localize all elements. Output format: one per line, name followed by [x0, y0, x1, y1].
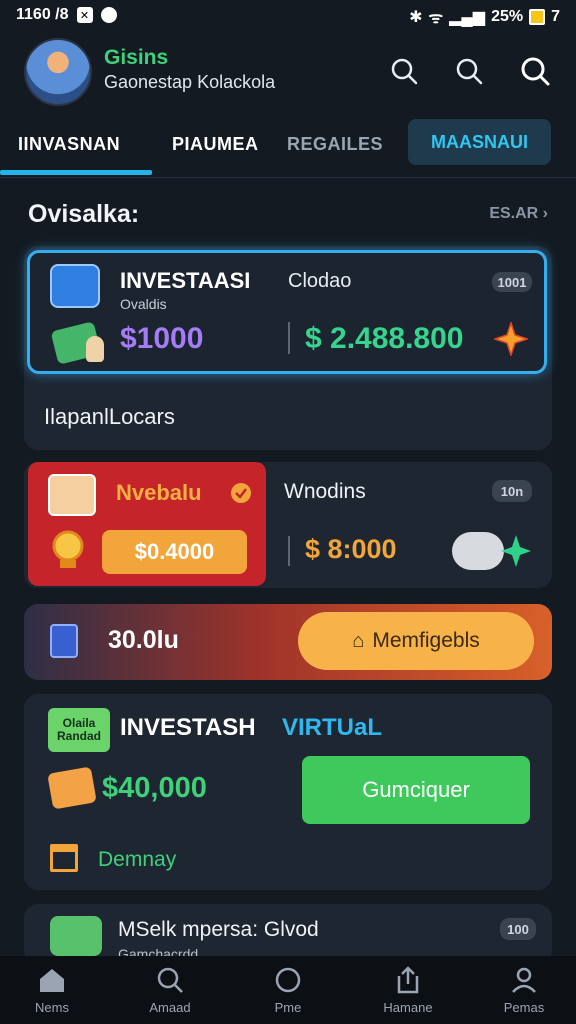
status-extra: 7 — [551, 8, 560, 25]
separator — [288, 322, 290, 354]
nav-item-center[interactable]: Pme — [238, 966, 338, 1015]
card2-amount: $ 8:000 — [305, 534, 397, 564]
status-battery: 25% — [491, 8, 524, 25]
tab-regailes[interactable]: REGAILES — [287, 134, 383, 155]
banner-button-label: Memfigebls — [372, 629, 480, 652]
card1-subtitle: Ovaldis — [120, 296, 167, 312]
cash-box-icon — [47, 766, 97, 810]
check-badge-icon — [231, 483, 251, 503]
app-subtitle: Gaonestap Kolackola — [104, 72, 276, 92]
bluetooth-icon: ✱ — [409, 9, 423, 26]
chevron-right-icon: › — [542, 205, 548, 222]
sparkle-icon — [501, 535, 531, 567]
toggle-icon[interactable] — [452, 532, 504, 570]
avatar[interactable] — [24, 38, 92, 106]
money-bag-icon — [50, 916, 102, 956]
card2-badge: 10n — [492, 480, 532, 502]
tab-piaumea[interactable]: PIAUMEA — [172, 134, 259, 155]
wifi-icon: ᯤ — [428, 10, 444, 27]
nav-item-share[interactable]: Hamane — [358, 966, 458, 1015]
battery-icon — [529, 9, 546, 25]
nav-item-search[interactable]: Amaad — [120, 966, 220, 1015]
profile-icon — [512, 967, 536, 993]
nav-label: Amaad — [149, 1000, 191, 1015]
divider — [0, 177, 576, 178]
highlight-frame — [27, 250, 547, 374]
card1-footer: IlapanlLocars — [44, 404, 175, 429]
card3-button[interactable]: Gumciquer — [302, 756, 530, 824]
search-icon[interactable] — [389, 56, 419, 86]
share-icon — [397, 966, 419, 994]
signal-icon: ▂▄▆ — [449, 9, 486, 26]
card4-badge: 100 — [500, 918, 536, 940]
card2-amount-button[interactable]: $0.4000 — [102, 530, 247, 574]
search-icon — [157, 967, 183, 993]
calculator-icon — [50, 264, 100, 308]
separator — [288, 536, 290, 566]
card1-amount-left: $1000 — [120, 322, 204, 355]
tab-maasnaui[interactable]: MAASNAUI — [408, 119, 551, 165]
search-icon[interactable] — [454, 56, 484, 86]
card4-title: MSelk mpersa: Glvod — [118, 918, 319, 941]
card1-title: INVESTAASI — [120, 268, 251, 293]
calendar-icon — [50, 844, 78, 872]
see-all-label: ES.AR — [489, 205, 539, 222]
virtual-tag: Olaila Randad — [48, 708, 110, 752]
nav-item-profile[interactable]: Pemas — [474, 966, 574, 1015]
card2-label: Nvebalu — [116, 480, 202, 505]
home-icon — [40, 969, 64, 992]
card3-footer: Demnay — [98, 848, 177, 871]
circle-icon — [275, 967, 301, 993]
card3-title: INVESTASH — [120, 714, 256, 741]
banner-amount: 30.0lu — [108, 626, 179, 654]
notification-icon — [100, 7, 117, 23]
nav-item-home[interactable]: Nems — [2, 966, 102, 1015]
person-icon — [86, 336, 104, 362]
see-all-link[interactable]: ES.AR › — [489, 205, 548, 223]
medal-icon — [52, 530, 84, 568]
nav-label: Pme — [274, 1000, 302, 1015]
status-time: 1160 /8 — [16, 6, 69, 23]
tab-investasi[interactable]: IINVASNAN — [18, 134, 120, 155]
document-icon — [50, 624, 78, 658]
card3-title-accent: VIRTUaL — [282, 714, 383, 741]
banner-button[interactable]: ⌂ Memfigebls — [298, 612, 534, 670]
nav-label: Nems — [35, 1000, 69, 1015]
sparkle-icon — [494, 322, 528, 356]
house-icon: ⌂ — [352, 629, 365, 652]
section-title: Ovisalka: — [28, 200, 140, 228]
card1-badge: 1001 — [492, 272, 532, 292]
nav-label: Pemas — [503, 1000, 545, 1015]
card2-title: Wnodins — [284, 480, 366, 503]
app-name: Gisins — [104, 46, 169, 69]
tab-indicator — [0, 170, 152, 175]
card1-amount-right: $ 2.488.800 — [305, 322, 464, 355]
advisor-avatar-icon — [48, 474, 96, 516]
virtual-tag-line2: Randad — [56, 729, 101, 743]
x-app-icon: ✕ — [76, 7, 93, 23]
status-bar: 1160 /8 ✕ ✱ ᯤ ▂▄▆ 25% 7 — [0, 0, 576, 30]
card1-title2: Clodao — [288, 270, 352, 292]
nav-label: Hamane — [383, 1000, 433, 1015]
card3-amount: $40,000 — [102, 772, 207, 804]
search-icon[interactable] — [520, 56, 550, 86]
